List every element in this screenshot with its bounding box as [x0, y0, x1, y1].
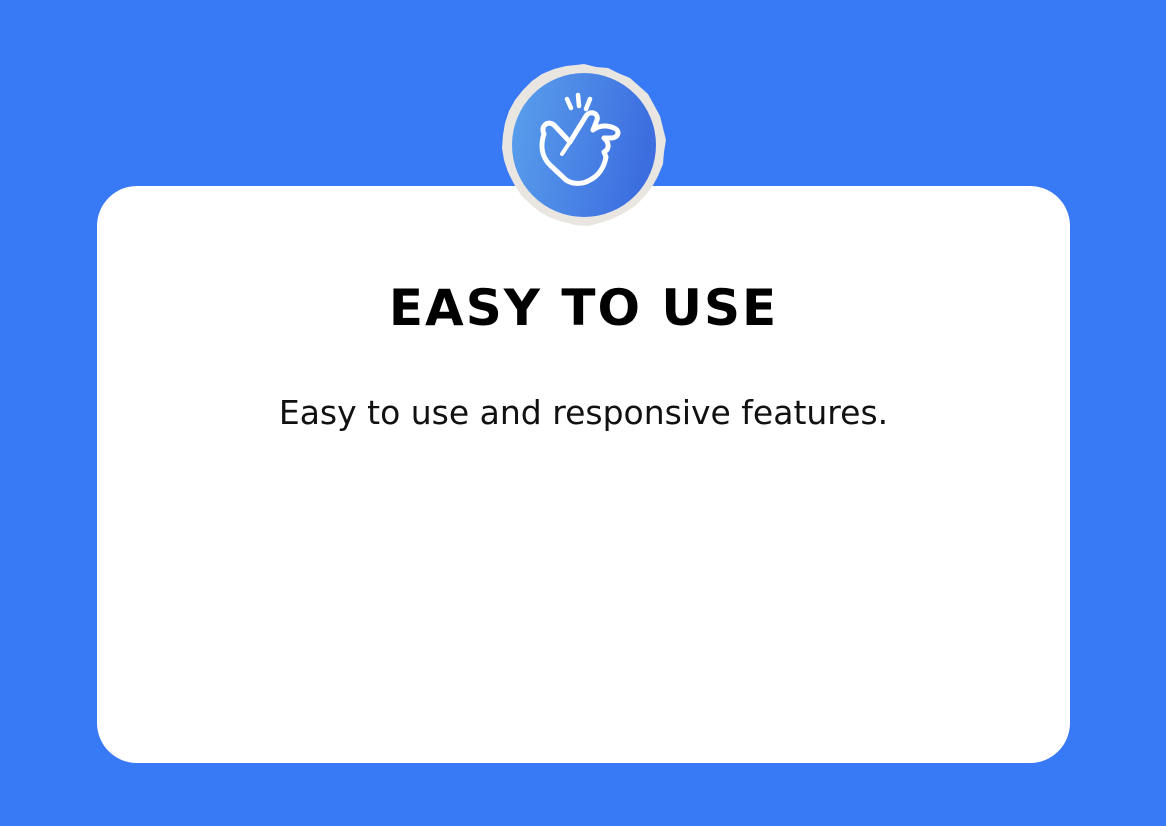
feature-title: EASY TO USE [388, 279, 779, 337]
feature-badge [500, 62, 668, 228]
snap-finger-check-icon [502, 64, 666, 226]
feature-description: Easy to use and responsive features. [278, 393, 889, 432]
feature-card: EASY TO USE Easy to use and responsive f… [97, 186, 1070, 763]
